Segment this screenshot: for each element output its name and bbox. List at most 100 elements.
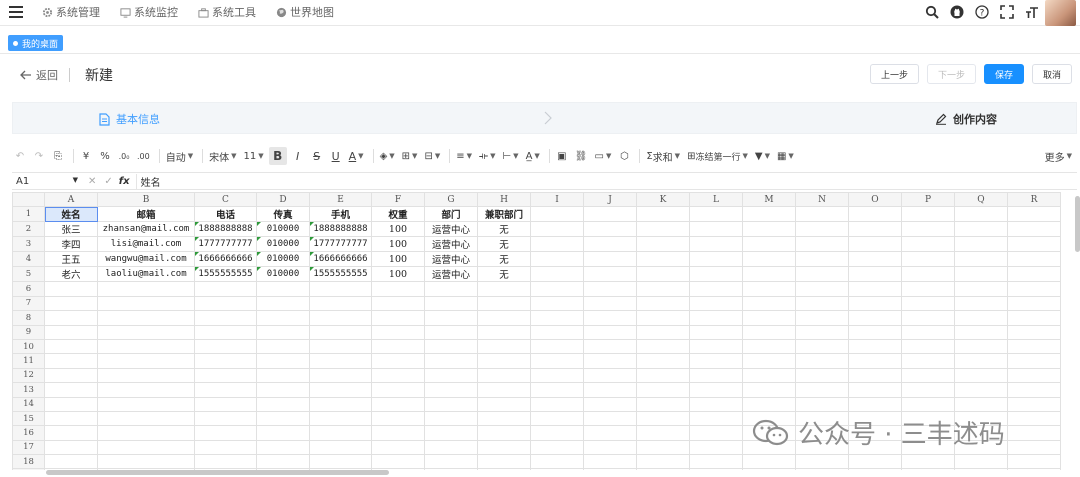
cell[interactable]: [848, 367, 902, 384]
cell[interactable]: [848, 310, 902, 326]
sum-button[interactable]: Σ 求和 ▼: [644, 147, 682, 165]
column-header[interactable]: P: [901, 192, 955, 208]
step-basic-info[interactable]: 基本信息: [99, 111, 160, 127]
row-header[interactable]: 2: [12, 221, 45, 238]
cell[interactable]: [530, 425, 584, 441]
border-icon[interactable]: ⊞ ▼: [400, 147, 420, 165]
cell[interactable]: [636, 236, 690, 253]
cell[interactable]: [371, 353, 425, 369]
avatar[interactable]: [1045, 0, 1076, 26]
cell[interactable]: 老六: [44, 266, 98, 283]
cell[interactable]: 传真: [256, 206, 310, 223]
cell[interactable]: 运营中心: [424, 266, 478, 283]
cell[interactable]: [194, 367, 257, 384]
cell[interactable]: [583, 206, 637, 223]
cell[interactable]: [742, 454, 796, 470]
cell[interactable]: [309, 425, 372, 441]
column-header[interactable]: I: [530, 192, 584, 208]
cell[interactable]: [901, 353, 955, 369]
column-header[interactable]: O: [848, 192, 902, 208]
cell[interactable]: [424, 425, 478, 441]
cell[interactable]: [954, 206, 1008, 223]
row-header[interactable]: 15: [12, 410, 45, 427]
freeze-button[interactable]: ⊞ 冻结第一行 ▼: [685, 147, 750, 165]
cell[interactable]: [636, 206, 690, 223]
cell[interactable]: [795, 206, 849, 223]
text-color-button[interactable]: A ▼: [347, 147, 366, 165]
vertical-scrollbar[interactable]: [1075, 196, 1080, 252]
text-rotate-icon[interactable]: A̲ ▼: [524, 147, 542, 165]
cell[interactable]: [194, 410, 257, 427]
cell[interactable]: [954, 382, 1008, 398]
cell[interactable]: [194, 425, 257, 441]
cell[interactable]: [256, 353, 310, 369]
decrease-decimal-icon[interactable]: .0₀: [116, 147, 132, 165]
cell[interactable]: [848, 295, 902, 312]
undo-icon[interactable]: ↶: [12, 147, 28, 165]
cell[interactable]: [636, 410, 690, 427]
cell[interactable]: [636, 396, 690, 412]
prev-step-button[interactable]: 上一步: [869, 64, 919, 84]
cell[interactable]: [848, 251, 902, 268]
cell[interactable]: [530, 396, 584, 412]
cell[interactable]: [742, 206, 796, 223]
cell[interactable]: [194, 454, 257, 470]
italic-button[interactable]: I: [290, 147, 306, 165]
cell[interactable]: [1007, 468, 1061, 470]
cell[interactable]: [636, 468, 690, 470]
cell[interactable]: [848, 454, 902, 470]
column-header[interactable]: R: [1007, 192, 1061, 208]
cell[interactable]: [742, 396, 796, 412]
cell[interactable]: [583, 236, 637, 253]
cell[interactable]: [1007, 425, 1061, 441]
cell[interactable]: [583, 324, 637, 340]
cell[interactable]: [795, 221, 849, 238]
next-step-button[interactable]: 下一步: [926, 64, 976, 84]
cell[interactable]: [1007, 266, 1061, 283]
cell[interactable]: [424, 382, 478, 398]
cell[interactable]: [583, 454, 637, 470]
column-header[interactable]: B: [97, 192, 195, 208]
row-header[interactable]: 10: [12, 338, 45, 355]
cell[interactable]: [97, 295, 195, 312]
column-header[interactable]: K: [636, 192, 690, 208]
cell[interactable]: [530, 454, 584, 470]
cell[interactable]: [795, 396, 849, 412]
cell[interactable]: [44, 353, 98, 369]
cell[interactable]: 010000: [256, 236, 310, 253]
cell[interactable]: [1007, 310, 1061, 326]
cell[interactable]: 1555555555: [194, 266, 257, 283]
cell[interactable]: [477, 324, 531, 340]
column-header[interactable]: Q: [954, 192, 1008, 208]
cell[interactable]: laoliu@mail.com: [97, 266, 195, 283]
cell[interactable]: 100: [371, 236, 425, 253]
save-button[interactable]: 保存: [983, 64, 1024, 84]
cell[interactable]: [689, 324, 743, 340]
cell[interactable]: [689, 425, 743, 441]
cell[interactable]: [194, 338, 257, 355]
cell[interactable]: [309, 367, 372, 384]
cell[interactable]: [742, 468, 796, 470]
cell[interactable]: [689, 221, 743, 238]
cell[interactable]: [44, 295, 98, 312]
cell[interactable]: [636, 251, 690, 268]
cell[interactable]: [1007, 206, 1061, 223]
cell[interactable]: [901, 266, 955, 283]
cell[interactable]: [583, 468, 637, 470]
cell[interactable]: [477, 353, 531, 369]
row-header[interactable]: 17: [12, 439, 45, 456]
cell[interactable]: 100: [371, 221, 425, 238]
cell[interactable]: 1777777777: [194, 236, 257, 253]
cell[interactable]: [954, 454, 1008, 470]
cell[interactable]: [309, 439, 372, 456]
cell[interactable]: [901, 454, 955, 470]
cell[interactable]: [689, 295, 743, 312]
cell[interactable]: [256, 425, 310, 441]
cell[interactable]: [795, 295, 849, 312]
cell[interactable]: [97, 439, 195, 456]
cell[interactable]: [530, 439, 584, 456]
cell[interactable]: [689, 281, 743, 297]
cell[interactable]: [795, 468, 849, 470]
cell[interactable]: [954, 295, 1008, 312]
cell[interactable]: [689, 454, 743, 470]
